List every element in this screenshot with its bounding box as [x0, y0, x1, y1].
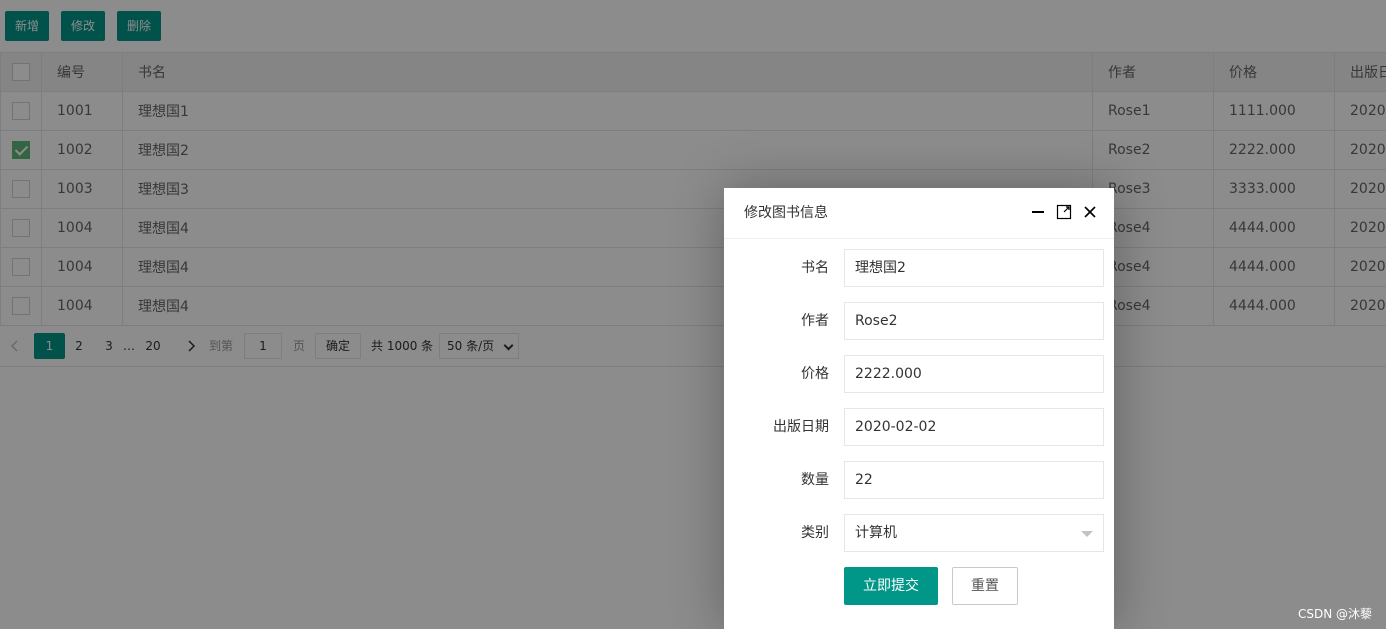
name-input[interactable]: 理想国2 — [844, 249, 1104, 287]
quantity-input[interactable]: 22 — [844, 461, 1104, 499]
category-select[interactable]: 计算机 — [844, 514, 1104, 552]
form-row-date: 出版日期 2020-02-02 — [724, 408, 1114, 446]
name-label: 书名 — [801, 260, 829, 276]
quantity-label: 数量 — [801, 472, 829, 488]
category-label: 类别 — [801, 525, 829, 541]
date-label: 出版日期 — [773, 419, 829, 435]
watermark: CSDN @沐藜 — [1297, 607, 1372, 621]
caret-down-icon — [1081, 531, 1093, 537]
submit-button[interactable]: 立即提交 — [844, 567, 938, 605]
minimize-icon[interactable] — [1030, 204, 1046, 220]
form-row-price: 价格 2222.000 — [724, 355, 1114, 393]
category-value: 计算机 — [855, 525, 897, 541]
form-row-author: 作者 Rose2 — [724, 302, 1114, 340]
maximize-icon[interactable] — [1056, 204, 1072, 220]
dialog-header: 修改图书信息 — [724, 188, 1114, 239]
close-icon[interactable] — [1082, 204, 1098, 220]
price-label: 价格 — [801, 366, 829, 382]
edit-book-dialog: 修改图书信息 书名 理想国2 作者 Rose2 价格 2222.000 出版日期… — [724, 188, 1114, 629]
modal-overlay[interactable] — [0, 0, 1386, 629]
reset-button[interactable]: 重置 — [952, 567, 1018, 605]
dialog-title: 修改图书信息 — [744, 205, 828, 221]
form-row-quantity: 数量 22 — [724, 461, 1114, 499]
price-input[interactable]: 2222.000 — [844, 355, 1104, 393]
author-input[interactable]: Rose2 — [844, 302, 1104, 340]
form-row-name: 书名 理想国2 — [724, 249, 1114, 287]
form-row-category: 类别 计算机 — [724, 514, 1114, 552]
date-input[interactable]: 2020-02-02 — [844, 408, 1104, 446]
author-label: 作者 — [801, 313, 829, 329]
